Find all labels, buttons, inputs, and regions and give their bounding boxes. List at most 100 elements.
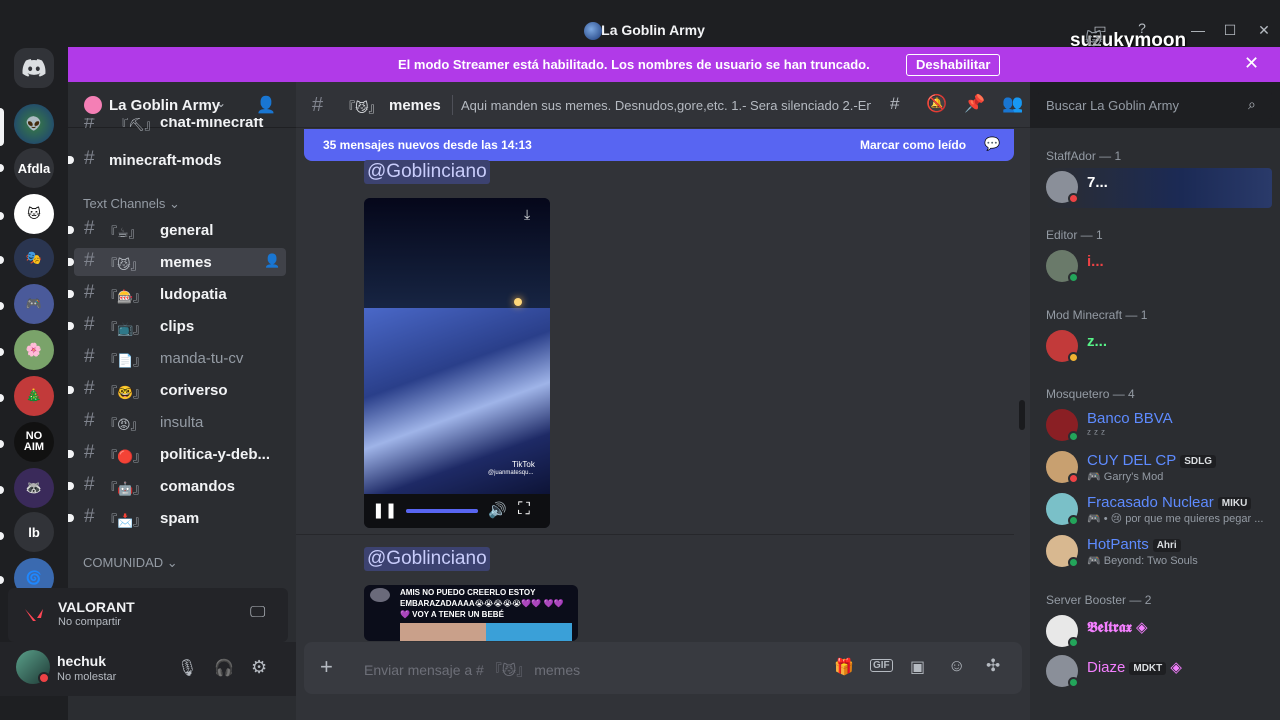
member-list-icon[interactable]: 👥 [1002,94,1023,114]
member-item[interactable]: z... [1046,327,1276,367]
microphone-icon[interactable]: 🎙 [177,658,197,678]
settings-gear-icon[interactable]: ⚙ [251,657,267,678]
category-comunidad[interactable]: COMUNIDAD ⌄ [83,555,178,571]
message-input[interactable]: Enviar mensaje a # 『😼』 memes [364,660,580,680]
user-status: No molestar [57,671,117,683]
guild-tag: MDKT [1129,661,1167,675]
member-item[interactable]: CUY DEL CP SDLG 🎮 Garry's Mod [1046,448,1276,488]
channel-general[interactable]: # 『☕』 general [68,216,286,244]
tiktok-handle: @juanmatesqu... [488,470,534,476]
new-messages-bar[interactable]: 35 mensajes nuevos desde las 14:13 Marca… [304,129,1014,161]
category-text-channels[interactable]: Text Channels ⌄ [83,196,180,212]
member-item[interactable]: i... [1046,247,1276,287]
server-avatar[interactable]: 🎄 [14,376,54,416]
channel-chat-minecraft[interactable]: # 『⛏』 chat-minecraft [74,118,286,134]
user-panel: hechuk No molestar 🎙 🎧 ⚙ [0,642,296,696]
server-avatar[interactable]: 🦝 [14,468,54,508]
active-server-pill [0,108,4,146]
invite-people-icon[interactable]: 👤 [256,95,276,115]
video-attachment[interactable]: ⤓ TikTok @juanmatesqu... ❚❚ 🔊 ⛶ [364,198,550,528]
server-name: La Goblin Army [109,97,221,114]
username[interactable]: hechuk [57,653,106,669]
member-item[interactable]: HotPants Ahri 🎮 Beyond: Two Souls [1046,532,1276,572]
message-divider [296,534,1014,535]
hash-icon: # [84,118,95,133]
minimize-icon[interactable]: — [1188,22,1208,38]
sticker-icon[interactable]: ▣ [910,657,925,677]
channel-politica-y-debate[interactable]: # 『🔴』 politica-y-deb... [68,440,286,468]
close-window-icon[interactable]: ✕ [1254,22,1274,39]
tiktok-watermark: TikTok [512,460,535,469]
discord-home-icon[interactable] [14,48,54,88]
channel-manda-tu-cv[interactable]: # 『📄』 manda-tu-cv [74,344,286,372]
server-avatar[interactable]: 🌸 [14,330,54,370]
server-lb[interactable]: lb [14,512,54,552]
channel-topic[interactable]: Aqui manden sus memes. Desnudos,gore,etc… [461,98,871,113]
member-item[interactable]: Banco BBVA ᶻ ᶻ ᶻ [1046,406,1276,446]
online-status-icon [1068,677,1079,688]
add-attachment-icon[interactable]: + [320,654,333,680]
server-noaim[interactable]: NO AIM [14,422,54,462]
unread-pill [0,486,4,494]
pause-icon[interactable]: ❚❚ [372,501,397,519]
hash-icon: # [84,148,95,169]
member-item[interactable]: Diaze MDKT ◈ [1046,652,1276,692]
server-badge-icon [84,96,102,114]
mention-goblinciano[interactable]: @Goblinciano [364,160,490,184]
pinned-messages-icon[interactable]: 📌 [964,94,985,114]
meme-image[interactable]: AMIS NO PUEDO CREERLO ESTOY EMBARAZADAAA… [364,585,578,641]
channel-coriverso[interactable]: # 『🤓』 coriverso [68,376,286,404]
channel-name: memes [389,97,441,114]
member-item[interactable]: 𝕭𝖊𝖑𝖙𝖗𝖆𝖝 ◈ [1046,612,1276,652]
booster-icon: ◈ [1136,619,1148,636]
member-item[interactable]: Fracasado Nuclear MIKU 🎮 • 😢 por que me q… [1046,490,1276,530]
emoji-icon[interactable]: ☺ [948,656,965,676]
server-avatar[interactable]: 🎮 [14,284,54,324]
gift-icon[interactable]: 🎁 [834,657,854,677]
member-item[interactable]: 7... [1046,168,1272,208]
channel-ludopatia[interactable]: # 『🎰』 ludopatia [68,280,286,308]
group-editor: Editor — 1 [1046,228,1103,242]
channel-clips[interactable]: # 『📺』 clips [68,312,286,340]
unread-dot [68,258,74,266]
video-progress[interactable] [406,509,478,513]
maximize-icon[interactable]: ☐ [1220,22,1240,39]
banner-text: El modo Streamer está habilitado. Los no… [398,57,870,72]
disable-streamer-button[interactable]: Deshabilitar [906,54,1001,76]
server-avatar[interactable]: 🎭 [14,238,54,278]
channel-comandos[interactable]: # 『🤖』 comandos [68,472,286,500]
volume-icon[interactable]: 🔊 [488,501,507,519]
channel-insulta[interactable]: # 『😡』 insulta [74,408,286,436]
threads-icon[interactable]: # [890,94,899,114]
gif-icon[interactable]: GIF [870,659,893,672]
channel-emoji: 『😼』 [342,100,382,115]
chat-scrollbar[interactable] [1019,400,1025,430]
fullscreen-icon[interactable]: ⛶ [518,499,530,519]
invite-icon[interactable]: 👤 [264,253,280,269]
notifications-muted-icon[interactable]: 🔕 [926,94,947,114]
divider [452,95,453,115]
channel-memes[interactable]: # 『😼』 memes 👤 [68,248,286,276]
download-icon[interactable]: ⤓ [524,206,530,223]
channel-minecraft-mods[interactable]: # minecraft-mods [68,146,286,174]
channel-spam[interactable]: # 『📩』 spam [68,504,286,532]
mention-goblinciano[interactable]: @Goblinciano [364,547,490,571]
unread-dot [68,156,74,164]
server-goblin-army[interactable]: 👽 [14,104,54,144]
search-input[interactable]: Buscar La Goblin Army ⌕ [1038,91,1272,119]
unread-dot [68,450,74,458]
hash-icon: # [84,378,95,399]
close-banner-icon[interactable]: ✕ [1244,53,1259,74]
unread-pill [0,348,4,356]
apps-icon[interactable]: ✣ [986,656,1000,676]
server-cat-face[interactable]: 🐱 [14,194,54,234]
hash-icon: # [84,282,95,303]
group-mosquetero: Mosquetero — 4 [1046,387,1135,401]
screen-share-icon[interactable]: 🖵 [250,604,265,622]
server-afdla[interactable]: Afdla [14,148,54,188]
meme-photo [400,623,486,641]
online-status-icon [1068,557,1079,568]
headphones-icon[interactable]: 🎧 [214,658,234,678]
mark-as-read-button[interactable]: Marcar como leído [860,138,966,152]
hash-icon: # [84,442,95,463]
